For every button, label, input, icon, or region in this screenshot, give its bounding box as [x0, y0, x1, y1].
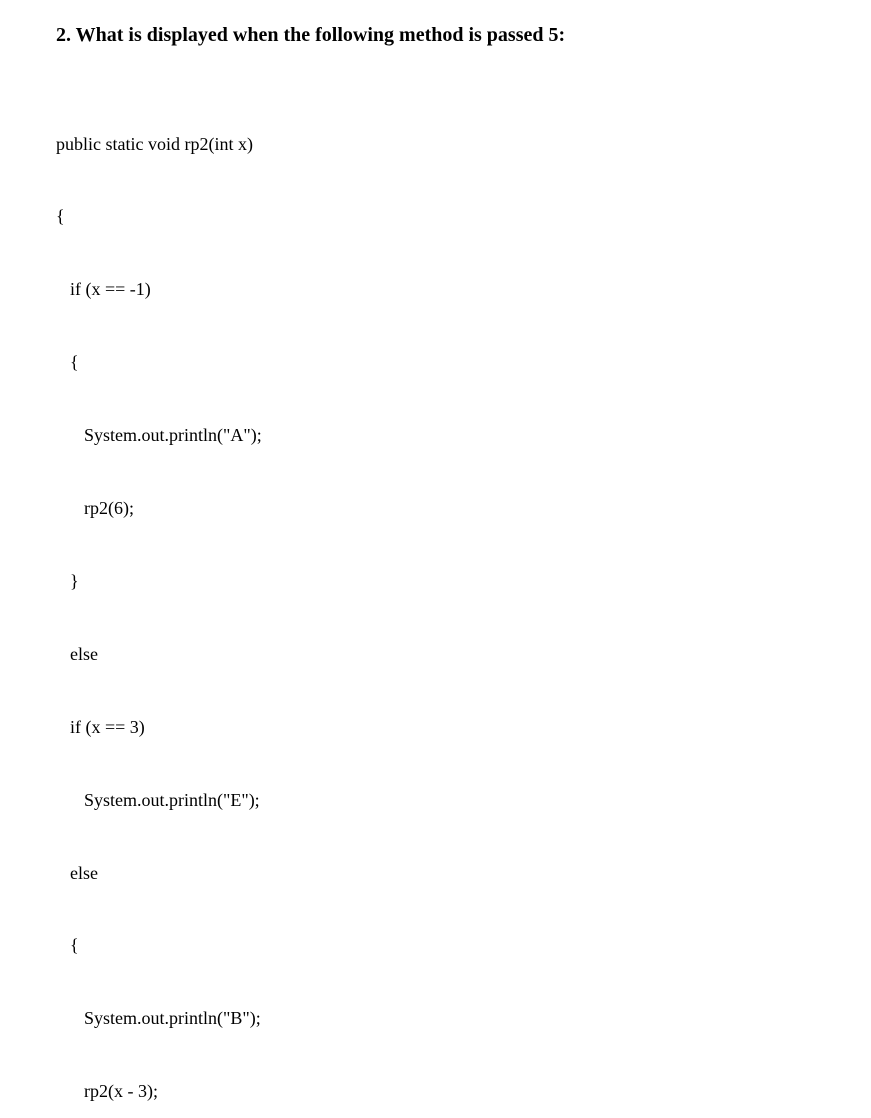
code-line: rp2(x - 3); [56, 1079, 815, 1103]
question-text: 2. What is displayed when the following … [56, 24, 815, 47]
code-line: else [56, 861, 815, 885]
code-line: { [56, 204, 815, 228]
code-line: System.out.println("A"); [56, 423, 815, 447]
code-line: if (x == -1) [56, 277, 815, 301]
code-line: { [56, 350, 815, 374]
code-line: System.out.println("E"); [56, 788, 815, 812]
code-line: else [56, 642, 815, 666]
code-line: System.out.println("B"); [56, 1006, 815, 1030]
code-line: if (x == 3) [56, 715, 815, 739]
code-line: { [56, 933, 815, 957]
code-line: rp2(6); [56, 496, 815, 520]
code-line: public static void rp2(int x) [56, 132, 815, 156]
code-block: public static void rp2(int x) { if (x ==… [56, 83, 815, 1118]
code-line: } [56, 569, 815, 593]
